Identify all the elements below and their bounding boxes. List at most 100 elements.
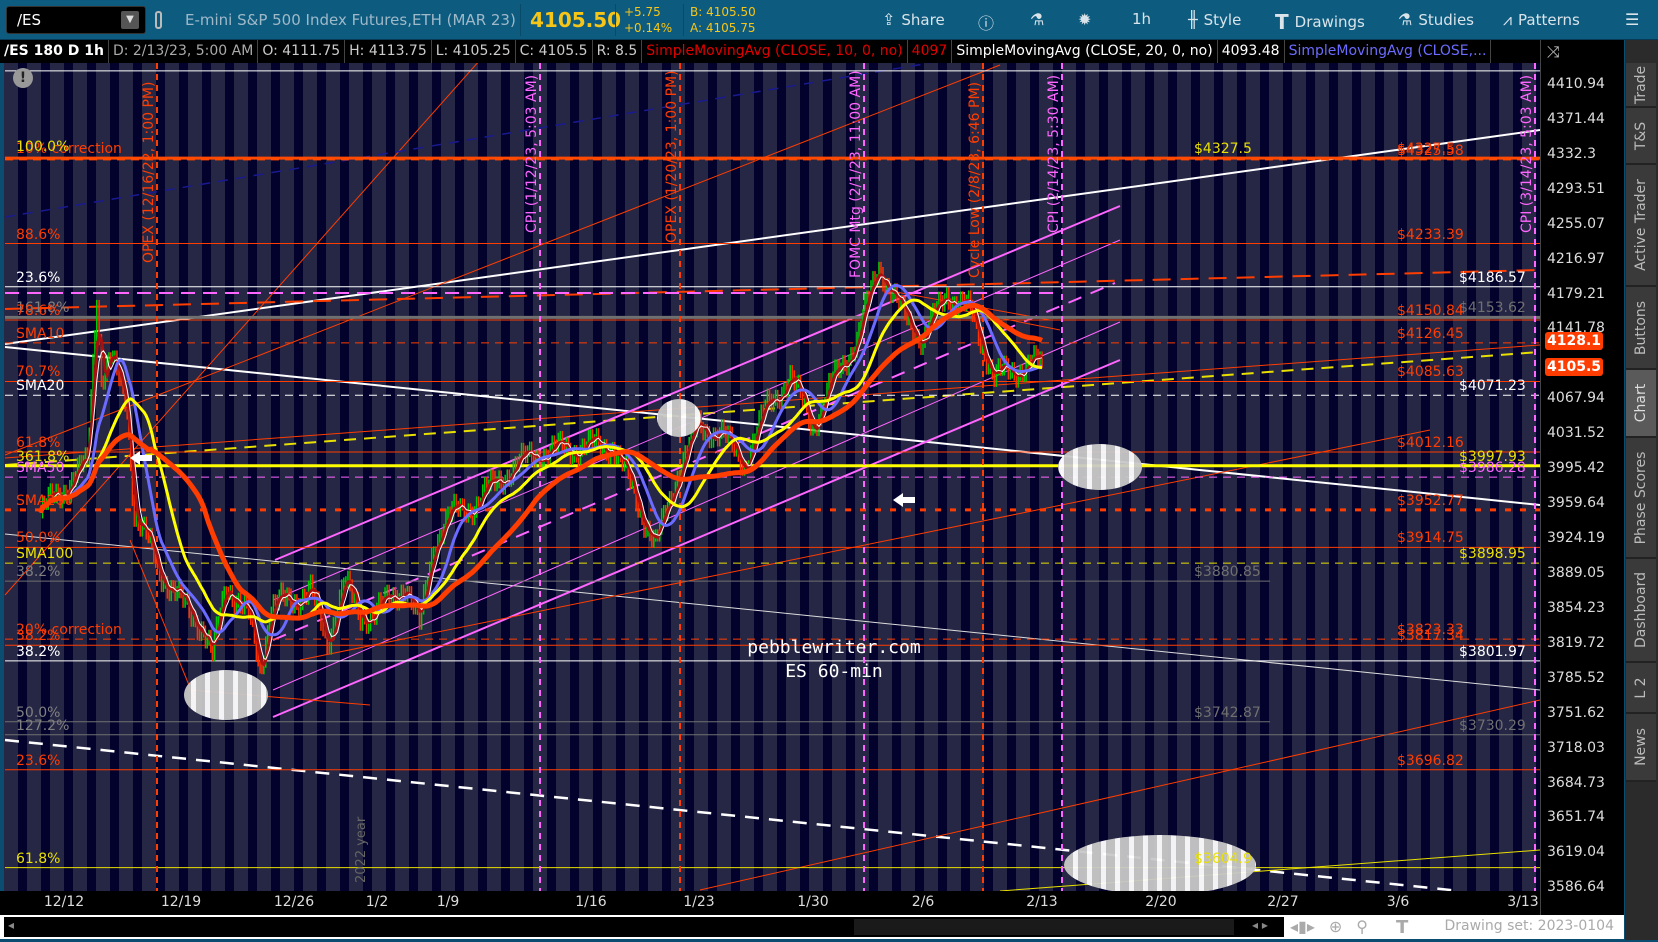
time-tick: 1/30 xyxy=(797,894,829,910)
level-price-label: $4327.5 xyxy=(1194,141,1252,158)
symbol-selector[interactable]: /ES ▼ xyxy=(6,6,146,34)
time-tick: 1/16 xyxy=(575,894,607,910)
divider xyxy=(520,4,521,36)
price-tick: 3586.64 xyxy=(1547,879,1605,896)
side-tab-buttons[interactable]: Buttons xyxy=(1626,287,1656,370)
side-tab-label: Phase Scores xyxy=(1633,451,1649,544)
change-value: +5.75 xyxy=(624,5,661,19)
horizontal-scrollbar[interactable]: ◂ ◂ ▸ xyxy=(4,917,1284,937)
time-tick: 2/6 xyxy=(911,894,935,910)
scroll-right-icon[interactable]: ◂ ▸ xyxy=(1252,918,1268,932)
trend-line xyxy=(4,129,1540,345)
drawings-label: Drawings xyxy=(1294,13,1365,31)
drawings-button[interactable]: T Drawings xyxy=(1275,10,1365,34)
sma20-study[interactable]: SimpleMovingAvg (CLOSE, 20, 0, no) xyxy=(952,40,1218,63)
price-tick: 4371.44 xyxy=(1547,110,1605,127)
level-price-label: $3880.85 xyxy=(1194,564,1261,581)
drawing-set[interactable]: Drawing set: 2023-0104 xyxy=(1444,918,1614,934)
price-chart[interactable]: 10% correction 100.0% $4327.5 $4327.5 $4325.… xyxy=(0,63,1540,891)
alert-icon[interactable]: ! xyxy=(13,68,33,88)
chevron-down-icon[interactable]: ▼ xyxy=(121,11,139,29)
price-change: +5.75 +0.14% xyxy=(624,4,672,36)
level-label-left: 61.8% xyxy=(16,434,61,451)
price-tick: 3819.72 xyxy=(1547,634,1605,651)
price-badge: 4128.1 xyxy=(1545,332,1603,351)
flask-button[interactable]: ⚗ xyxy=(1030,10,1044,29)
event-label: CPI (2/14/23, 5:30 AM) xyxy=(1046,74,1062,233)
level-label-left: 38.2% xyxy=(16,564,61,581)
time-tick: 1/2 xyxy=(365,894,389,910)
price-tick: 4031.52 xyxy=(1547,425,1605,442)
settings-button[interactable]: ✹ xyxy=(1078,10,1091,29)
level-price-label: $4153.62 xyxy=(1459,300,1526,317)
studies-button[interactable]: ⚗ Studies xyxy=(1398,10,1474,29)
divider xyxy=(683,4,684,36)
level-label-left: 100.0% xyxy=(16,139,70,156)
scroll-left-icon[interactable]: ◂ xyxy=(8,918,14,932)
level-price-label: $3742.87 xyxy=(1194,704,1261,721)
trend-line xyxy=(274,205,1121,561)
level-label-left: SMA50 xyxy=(16,460,65,477)
patterns-button[interactable]: ⩘ Patterns xyxy=(1503,10,1580,30)
chart-plot xyxy=(4,63,1540,891)
side-tab-dashboard[interactable]: Dashboard xyxy=(1626,559,1656,663)
bid: B: 4105.50 xyxy=(690,5,756,19)
toolbar: /ES ▼ E-mini S&P 500 Index Futures,ETH (M… xyxy=(0,0,1658,40)
text-tool-icon[interactable]: T xyxy=(1396,917,1408,938)
level-price-label: $3604.9 xyxy=(1194,850,1252,867)
crosshair-icon[interactable]: ⊕ xyxy=(1329,917,1342,938)
candles-icon: ╫ xyxy=(1188,10,1198,29)
timeframe-button[interactable]: 1h xyxy=(1132,10,1151,28)
chart-id: /ES 180 D 1h xyxy=(0,40,109,63)
time-tick: 2/27 xyxy=(1267,894,1299,910)
side-tab-l-2[interactable]: L 2 xyxy=(1626,663,1656,714)
side-tab-chart[interactable]: Chart xyxy=(1626,370,1656,438)
time-axis[interactable]: 12/12 12/19 12/26 1/2 1/9 1/16 1/23 1/30 2/6 2/13… xyxy=(0,891,1540,915)
side-tab-t-s[interactable]: T&S xyxy=(1626,108,1656,165)
level-label-left: 78.6% xyxy=(16,302,61,319)
time-tick: 12/19 xyxy=(160,894,202,910)
price-axis[interactable]: ⤨ 4410.94 4371.44 4332.3 4293.51 4255.07 4216… xyxy=(1540,40,1624,915)
menu-button[interactable]: ☰ xyxy=(1625,10,1639,29)
autoscale-icon[interactable]: ⤨ xyxy=(1547,42,1560,62)
time-tick: 3/6 xyxy=(1386,894,1410,910)
share-button[interactable]: ⇪ Share xyxy=(882,10,945,29)
gear-icon: ✹ xyxy=(1078,10,1092,29)
side-tab-active-trader[interactable]: Active Trader xyxy=(1626,165,1656,287)
side-tab-label: L 2 xyxy=(1633,676,1649,699)
side-tab-phase-scores[interactable]: Phase Scores xyxy=(1626,438,1656,559)
sma10-study[interactable]: SimpleMovingAvg (CLOSE, 10, 0, no) xyxy=(642,40,908,63)
watermark-site: pebblewriter.com xyxy=(747,637,921,658)
event-label: CPI (1/12/23, 5:03 AM) xyxy=(524,74,540,233)
pan-icon[interactable]: ◂▮▸ xyxy=(1290,917,1315,938)
bar-open: O: 4111.75 xyxy=(258,40,346,63)
side-tab-news[interactable]: News xyxy=(1626,714,1656,782)
info-button[interactable]: ⓘ xyxy=(978,10,994,34)
time-tick: 1/9 xyxy=(436,894,460,910)
level-price-label: $3986.28 xyxy=(1459,460,1526,477)
share-icon: ⇪ xyxy=(882,10,896,29)
side-tab-label: Buttons xyxy=(1633,300,1649,355)
level-label-left: 61.8% xyxy=(16,850,61,867)
price-tick: 3889.05 xyxy=(1547,564,1605,581)
event-label: FOMC Mtg (2/1/23, 11:00 AM) xyxy=(848,70,864,278)
side-tab-trade[interactable]: Trade xyxy=(1626,63,1656,108)
level-label-left: 23.6% xyxy=(16,269,61,286)
menu-icon: ☰ xyxy=(1625,10,1640,29)
scrollbar-thumb[interactable] xyxy=(854,919,1234,935)
link-icon[interactable] xyxy=(155,11,162,29)
time-tick: 12/26 xyxy=(273,894,315,910)
sma-more-study[interactable]: SimpleMovingAvg (CLOSE,... xyxy=(1285,40,1492,63)
style-button[interactable]: ╫ Style xyxy=(1188,10,1241,29)
side-tab-label: Chart xyxy=(1633,383,1649,423)
level-price-label: $4233.39 xyxy=(1397,226,1464,243)
level-price-label: $4012.16 xyxy=(1397,434,1464,451)
share-label: Share xyxy=(901,10,945,29)
trend-line xyxy=(129,539,196,701)
zoom-icon[interactable]: ⚲ xyxy=(1356,917,1368,938)
level-label-left: 50.0% xyxy=(16,530,61,547)
sma20-value: 4093.48 xyxy=(1218,40,1285,63)
level-label-left: SMA100 xyxy=(16,546,74,563)
patterns-icon: ⩘ xyxy=(1503,10,1513,29)
trend-line xyxy=(272,282,1116,641)
